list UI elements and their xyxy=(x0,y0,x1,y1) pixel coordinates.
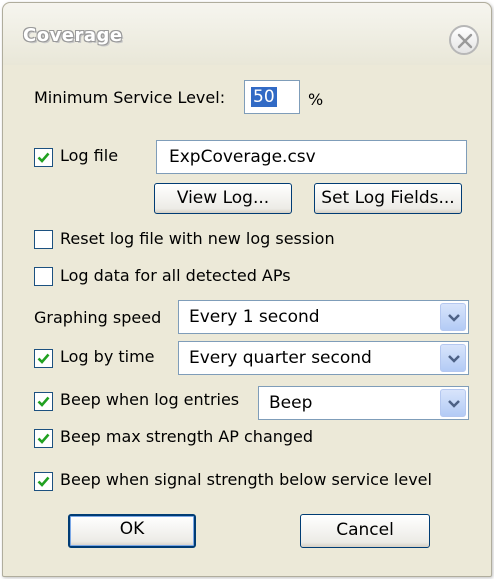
beep-sound-value: Beep xyxy=(269,393,313,413)
beep-signal-below-checkbox[interactable] xyxy=(34,472,53,491)
checkmark-icon xyxy=(37,433,50,444)
checkmark-icon xyxy=(37,396,50,407)
log-file-label: Log file xyxy=(60,146,119,165)
graphing-speed-label: Graphing speed xyxy=(34,308,162,327)
beep-sound-dropdown-button[interactable] xyxy=(440,389,466,417)
graphing-speed-dropdown-button[interactable] xyxy=(440,303,466,331)
beep-log-entries-checkbox[interactable] xyxy=(34,392,53,411)
close-icon xyxy=(457,33,473,49)
beep-sound-select[interactable]: Beep xyxy=(258,386,469,420)
beep-signal-below-label: Beep when signal strength below service … xyxy=(60,470,432,489)
beep-log-entries-label: Beep when log entries xyxy=(60,390,240,409)
graphing-speed-value: Every 1 second xyxy=(189,307,320,327)
chevron-down-icon xyxy=(448,355,460,363)
min-service-input[interactable]: 50 xyxy=(244,80,300,114)
cancel-button[interactable]: Cancel xyxy=(300,514,430,548)
reset-log-checkbox[interactable] xyxy=(34,230,53,249)
beep-max-strength-label: Beep max strength AP changed xyxy=(60,427,314,446)
log-by-time-value: Every quarter second xyxy=(189,348,372,368)
close-button[interactable] xyxy=(449,25,479,55)
checkmark-icon xyxy=(37,152,50,163)
log-by-time-label: Log by time xyxy=(60,347,155,366)
dialog-title: Coverage xyxy=(23,25,123,46)
percent-label: % xyxy=(308,90,324,109)
log-file-value: ExpCoverage.csv xyxy=(169,147,316,167)
min-service-label: Minimum Service Level: xyxy=(34,88,226,107)
log-all-aps-label: Log data for all detected APs xyxy=(60,266,291,285)
log-by-time-dropdown-button[interactable] xyxy=(440,344,466,372)
log-all-aps-checkbox[interactable] xyxy=(34,267,53,286)
log-file-checkbox[interactable] xyxy=(34,148,53,167)
set-log-fields-button[interactable]: Set Log Fields... xyxy=(314,183,462,214)
checkmark-icon xyxy=(37,476,50,487)
min-service-value: 50 xyxy=(251,87,277,107)
graphing-speed-select[interactable]: Every 1 second xyxy=(178,300,469,334)
view-log-button[interactable]: View Log... xyxy=(154,183,292,214)
chevron-down-icon xyxy=(448,400,460,408)
reset-log-label: Reset log file with new log session xyxy=(60,229,335,248)
log-by-time-checkbox[interactable] xyxy=(34,349,53,368)
checkmark-icon xyxy=(37,353,50,364)
beep-max-strength-checkbox[interactable] xyxy=(34,429,53,448)
ok-button[interactable]: OK xyxy=(68,514,196,548)
log-file-input[interactable]: ExpCoverage.csv xyxy=(156,140,467,174)
chevron-down-icon xyxy=(448,314,460,322)
log-by-time-select[interactable]: Every quarter second xyxy=(178,341,469,375)
